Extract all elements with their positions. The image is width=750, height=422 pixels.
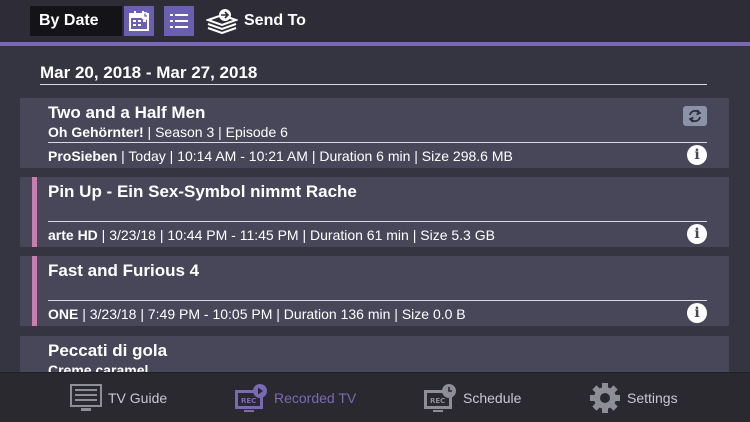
recording-marker bbox=[32, 177, 37, 247]
recordings-list[interactable]: Mar 20, 2018 - Mar 27, 2018 Two and a Ha… bbox=[0, 46, 750, 372]
recording-item[interactable]: Fast and Furious 4 ONE | 3/23/18 | 7:49 … bbox=[20, 256, 729, 326]
tab-label: TV Guide bbox=[108, 390, 168, 406]
divider bbox=[40, 84, 707, 85]
channel-name: ProSieben bbox=[48, 148, 118, 164]
recording-meta: | 3/23/18 | 10:44 PM - 11:45 PM | Durati… bbox=[97, 227, 495, 243]
recording-meta: | 3/23/18 | 7:49 PM - 10:05 PM | Duratio… bbox=[78, 306, 466, 322]
list-view-button[interactable] bbox=[164, 6, 194, 36]
calendar-icon bbox=[129, 11, 149, 31]
info-icon[interactable]: i bbox=[687, 145, 707, 165]
info-icon[interactable]: i bbox=[687, 303, 707, 323]
divider bbox=[48, 221, 707, 222]
refresh-button[interactable] bbox=[683, 106, 707, 126]
sort-dropdown[interactable]: By Date bbox=[30, 6, 122, 36]
list-icon bbox=[170, 14, 188, 28]
tab-tv-guide[interactable]: TV Guide bbox=[70, 381, 167, 415]
send-to-icon bbox=[206, 9, 238, 34]
gear-icon bbox=[590, 383, 620, 413]
send-to-button[interactable]: Send To bbox=[206, 6, 306, 36]
episode-title: Oh Gehörnter! bbox=[48, 124, 144, 140]
recording-details: ProSieben | Today | 10:14 AM - 10:21 AM … bbox=[48, 148, 513, 164]
recording-title: Fast and Furious 4 bbox=[48, 261, 200, 280]
divider bbox=[48, 300, 707, 301]
schedule-icon: REC bbox=[424, 384, 456, 412]
tab-label: Settings bbox=[627, 390, 678, 406]
tab-schedule[interactable]: REC Schedule bbox=[423, 381, 521, 415]
tab-settings[interactable]: Settings bbox=[589, 381, 678, 415]
recording-episode: Oh Gehörnter! | Season 3 | Episode 6 bbox=[48, 124, 288, 140]
refresh-icon bbox=[688, 109, 702, 123]
recording-marker bbox=[32, 256, 37, 326]
recording-details: arte HD | 3/23/18 | 10:44 PM - 11:45 PM … bbox=[48, 227, 495, 243]
recording-title: Two and a Half Men bbox=[48, 103, 206, 122]
top-toolbar: By Date Send To bbox=[0, 0, 750, 42]
divider bbox=[48, 142, 707, 143]
recorded-tv-icon: REC bbox=[235, 384, 267, 412]
svg-text:REC: REC bbox=[241, 397, 256, 405]
send-to-label: Send To bbox=[244, 12, 306, 29]
recording-title: Pin Up - Ein Sex-Symbol nimmt Rache bbox=[48, 182, 357, 201]
episode-title: Creme caramel bbox=[48, 362, 149, 372]
tab-recorded-tv[interactable]: REC Recorded TV bbox=[234, 381, 356, 415]
recording-item[interactable]: Pin Up - Ein Sex-Symbol nimmt Rache arte… bbox=[20, 177, 729, 247]
recording-title: Peccati di gola bbox=[48, 341, 168, 360]
tab-label: Schedule bbox=[463, 390, 522, 406]
tab-label: Recorded TV bbox=[274, 390, 357, 406]
recording-meta: | Today | 10:14 AM - 10:21 AM | Duration… bbox=[117, 148, 513, 164]
tv-guide-icon bbox=[70, 384, 102, 411]
date-range-heading: Mar 20, 2018 - Mar 27, 2018 bbox=[40, 63, 258, 82]
recording-item[interactable]: Two and a Half Men Oh Gehörnter! | Seaso… bbox=[20, 98, 729, 168]
calendar-button[interactable] bbox=[124, 6, 154, 36]
channel-name: arte HD bbox=[48, 227, 98, 243]
channel-name: ONE bbox=[48, 306, 79, 322]
episode-info: | Season 3 | Episode 6 bbox=[143, 124, 288, 140]
info-icon[interactable]: i bbox=[687, 224, 707, 244]
bottom-nav: TV Guide REC Recorded TV REC Schedule Se… bbox=[0, 372, 750, 422]
recording-item[interactable]: Peccati di gola Creme caramel bbox=[20, 336, 729, 372]
svg-text:REC: REC bbox=[430, 397, 445, 405]
recording-details: ONE | 3/23/18 | 7:49 PM - 10:05 PM | Dur… bbox=[48, 306, 466, 322]
